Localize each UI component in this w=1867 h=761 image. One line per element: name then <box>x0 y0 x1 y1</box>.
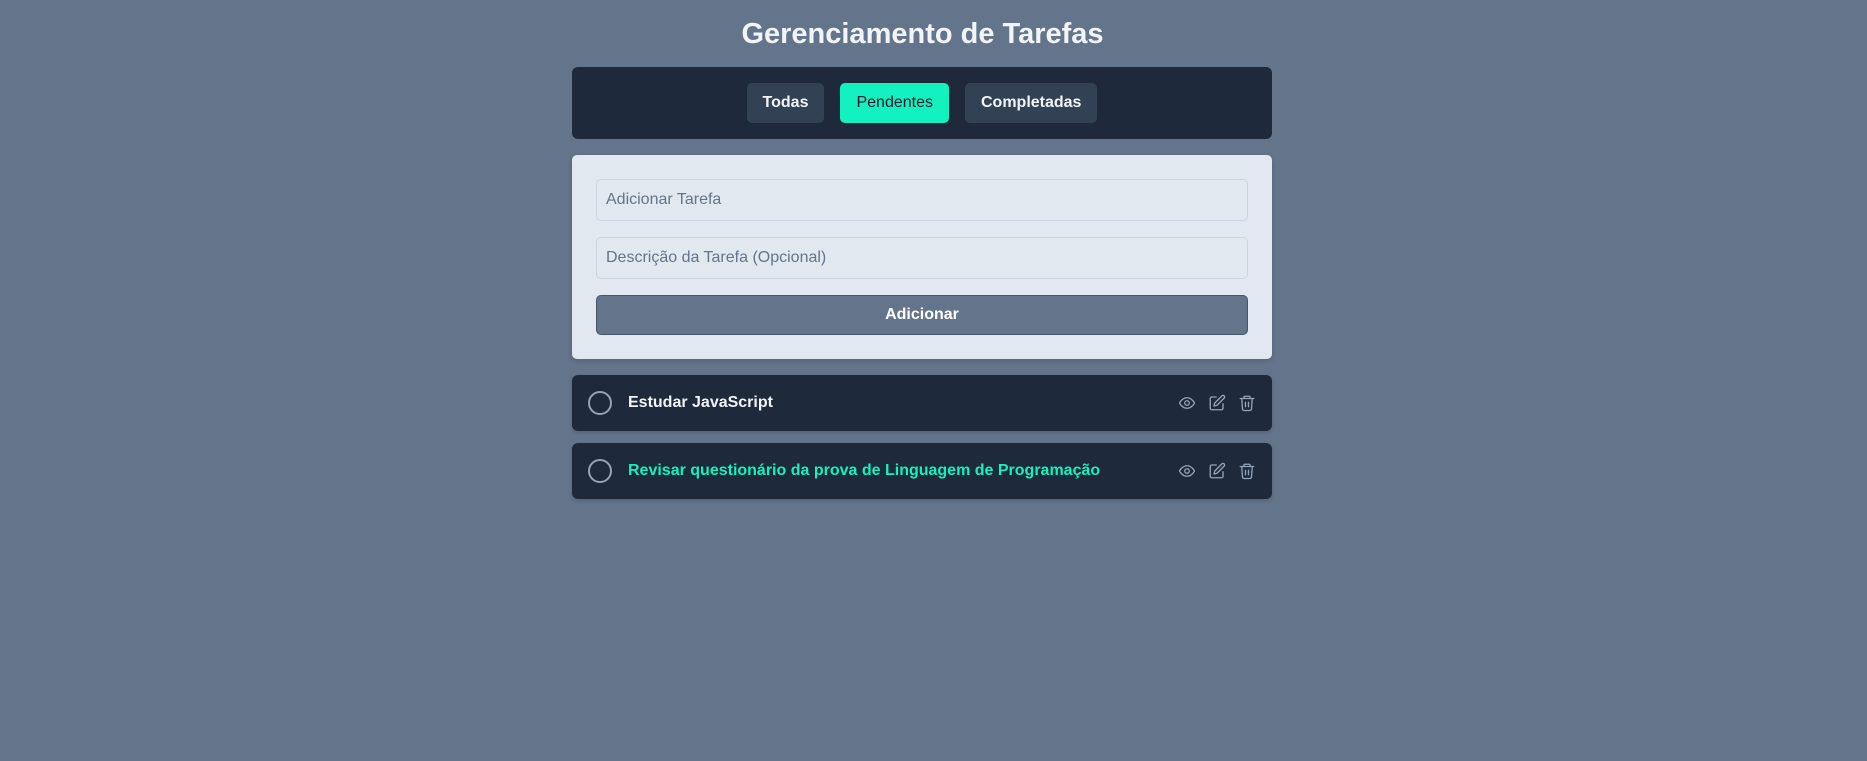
task-complete-toggle[interactable] <box>588 459 612 483</box>
filter-pending-button[interactable]: Pendentes <box>840 83 949 123</box>
task-title: Revisar questionário da prova de Linguag… <box>628 462 1101 479</box>
task-actions <box>1178 393 1256 413</box>
add-task-button[interactable]: Adicionar <box>596 295 1248 335</box>
filter-bar: Todas Pendentes Completadas <box>572 67 1272 139</box>
edit-icon[interactable] <box>1208 461 1226 481</box>
trash-icon[interactable] <box>1238 393 1256 413</box>
add-task-form: Adicionar <box>572 155 1272 359</box>
task-actions <box>1178 461 1256 481</box>
task-complete-toggle[interactable] <box>588 391 612 415</box>
page-title: Gerenciamento de Tarefas <box>741 18 1104 50</box>
filter-completed-button[interactable]: Completadas <box>964 83 1098 123</box>
task-title-input[interactable] <box>596 179 1248 221</box>
eye-icon[interactable] <box>1178 393 1196 413</box>
task-item: Revisar questionário da prova de Linguag… <box>572 443 1272 499</box>
edit-icon[interactable] <box>1208 393 1226 413</box>
filter-all-button[interactable]: Todas <box>746 83 825 123</box>
task-item: Estudar JavaScript <box>572 375 1272 431</box>
task-description-input[interactable] <box>596 237 1248 279</box>
eye-icon[interactable] <box>1178 461 1196 481</box>
trash-icon[interactable] <box>1238 461 1256 481</box>
task-title: Estudar JavaScript <box>628 394 773 411</box>
